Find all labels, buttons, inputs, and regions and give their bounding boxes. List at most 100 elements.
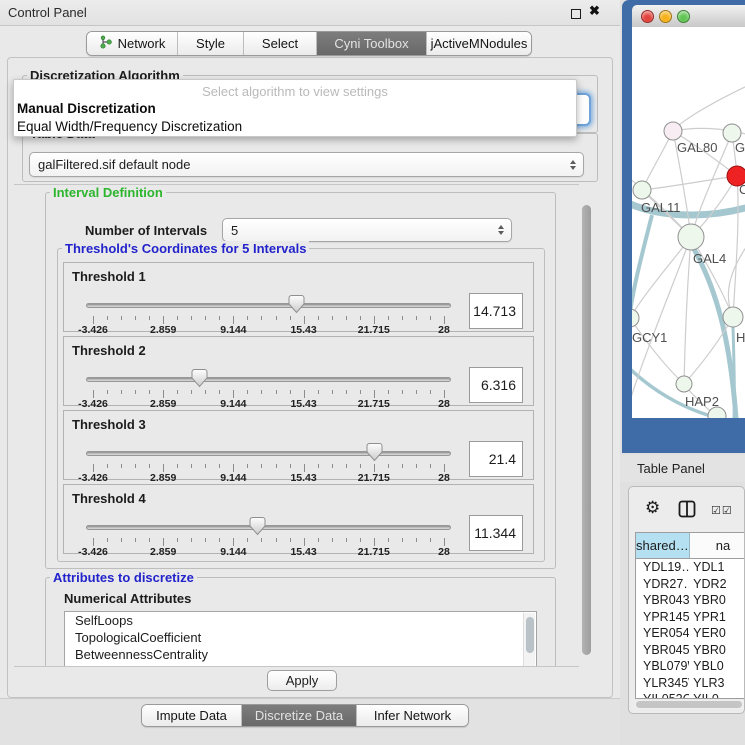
attribute-list-item[interactable]: TopologicalCoefficient [65,629,536,646]
attribute-list-item[interactable]: SelfLoops [65,612,536,629]
cell-shared-name[interactable]: YLR345W [636,675,689,692]
cell-shared-name[interactable]: YBR045C [636,642,689,659]
tab-cyni-toolbox[interactable]: Cyni Toolbox [316,32,426,55]
table-data-group: Table Data galFiltered.sif default node [22,133,598,182]
slider-thumb[interactable] [288,294,305,314]
tick-mark [247,538,248,542]
tick-mark [107,538,108,542]
tab-style[interactable]: Style [177,32,243,55]
table-hscrollbar[interactable] [635,700,745,709]
close-icon[interactable]: ✖ [589,3,600,19]
algorithm-hint-text: Select algorithm to view settings [14,84,576,99]
slider-thumb[interactable] [249,516,266,536]
table-row[interactable]: YDR27…YDR2 [636,576,745,593]
table-row[interactable]: YBR043CYBR0 [636,592,745,609]
tab-select[interactable]: Select [243,32,316,55]
table-row[interactable]: YBL079WYBL0 [636,658,745,675]
tick-mark [444,316,445,324]
column-header-shared-name[interactable]: shared… [636,533,690,558]
attribute-list-item[interactable]: BetweennessCentrality [65,646,536,663]
algorithm-option-1[interactable]: Manual Discretization [17,101,156,116]
cell-shared-name[interactable]: YBL079W [636,658,689,675]
network-node-H[interactable] [723,307,743,327]
slider-track[interactable] [86,451,451,456]
table-data-combobox[interactable]: galFiltered.sif default node [29,152,584,177]
thresholds-group-title: Threshold's Coordinates for 5 Intervals [62,241,309,256]
cell-name[interactable]: YBL0 [689,658,745,675]
algorithm-option-2[interactable]: Equal Width/Frequency Discretization [17,119,242,134]
tick-mark [360,390,361,394]
table-row[interactable]: YPR145WYPR1 [636,609,745,626]
cell-shared-name[interactable]: YPR145W [636,609,689,626]
cell-name[interactable]: YLR3 [689,675,745,692]
tab-jactivemnodules[interactable]: jActiveMNodules [426,32,531,55]
table-row[interactable]: YLR345WYLR3 [636,675,745,692]
tick-mark [191,390,192,394]
cell-name[interactable]: YDR2 [689,576,745,593]
bottom-tab-discretize-data[interactable]: Discretize Data [241,705,356,726]
app-root: Control Panel ✖ NetworkStyleSelectCyni T… [0,0,745,745]
tick-mark [402,464,403,468]
tick-mark [416,390,417,394]
threshold-value-field[interactable]: 11.344 [469,515,523,551]
cell-shared-name[interactable]: YIL052C [636,691,689,699]
number-of-intervals-combobox[interactable]: 5 [222,218,512,242]
slider-track[interactable] [86,303,451,308]
cell-shared-name[interactable]: YER054C [636,625,689,642]
checkbox-filter-icons[interactable]: ☑☑ [711,504,733,517]
network-window-titlebar[interactable] [632,5,745,27]
network-node-GCY1[interactable] [632,309,639,327]
tick-mark [430,538,431,542]
threshold-value-field[interactable]: 21.4 [469,441,523,477]
cell-name[interactable]: YPR1 [689,609,745,626]
tick-label: 9.144 [220,324,246,336]
tick-mark [163,538,164,546]
cell-shared-name[interactable]: YBR043C [636,592,689,609]
threshold-value-field[interactable]: 14.713 [469,293,523,329]
tick-mark [304,316,305,324]
tab-network[interactable]: Network [87,32,177,55]
table-row[interactable]: YBR045CYBR0 [636,642,745,659]
table-row[interactable]: YDL19…YDL1 [636,559,745,576]
node-label-GAL11: GAL11 [641,200,681,215]
tick-mark [430,390,431,394]
cell-shared-name[interactable]: YDL19… [636,559,689,576]
network-node-GAL80[interactable] [664,122,682,140]
tick-mark [276,390,277,394]
columns-icon[interactable] [678,500,696,518]
table-hscrollbar-thumb[interactable] [636,701,742,708]
tick-label: 2.859 [150,472,176,484]
network-node-HAP2[interactable] [676,376,692,392]
network-canvas[interactable]: GAL80GACGAL11GAL4GCY1HHAP2 [632,27,745,418]
list-scrollbar[interactable] [523,613,535,667]
gear-icon[interactable]: ⚙ [645,499,660,516]
bottom-tab-infer-network[interactable]: Infer Network [356,705,468,726]
main-scrollbar-thumb[interactable] [582,205,591,655]
slider-track[interactable] [86,377,451,382]
threshold-value-field[interactable]: 6.316 [469,367,523,403]
green-traffic-light-icon[interactable] [677,10,690,23]
network-node-GAL11[interactable] [633,181,651,199]
column-header-name[interactable]: na [690,533,745,558]
table-row[interactable]: YIL052CYIL0 [636,691,745,699]
slider-tick-labels: -3.4262.8599.14415.4321.71528 [93,472,444,484]
network-node-GAL4[interactable] [678,224,704,250]
cell-shared-name[interactable]: YDR27… [636,576,689,593]
bottom-tab-impute-data[interactable]: Impute Data [142,705,241,726]
cell-name[interactable]: YER0 [689,625,745,642]
slider-thumb[interactable] [366,442,383,462]
cell-name[interactable]: YBR0 [689,592,745,609]
yellow-traffic-light-icon[interactable] [659,10,672,23]
list-scrollbar-thumb[interactable] [526,617,534,653]
red-traffic-light-icon[interactable] [641,10,654,23]
table-row[interactable]: YER054CYER0 [636,625,745,642]
slider-track[interactable] [86,525,451,530]
network-edge [642,176,737,190]
apply-button[interactable]: Apply [267,670,337,691]
cell-name[interactable]: YIL0 [689,691,745,699]
slider-thumb[interactable] [191,368,208,388]
tick-mark [219,464,220,468]
float-window-icon[interactable] [571,9,581,19]
cell-name[interactable]: YDL1 [689,559,745,576]
cell-name[interactable]: YBR0 [689,642,745,659]
